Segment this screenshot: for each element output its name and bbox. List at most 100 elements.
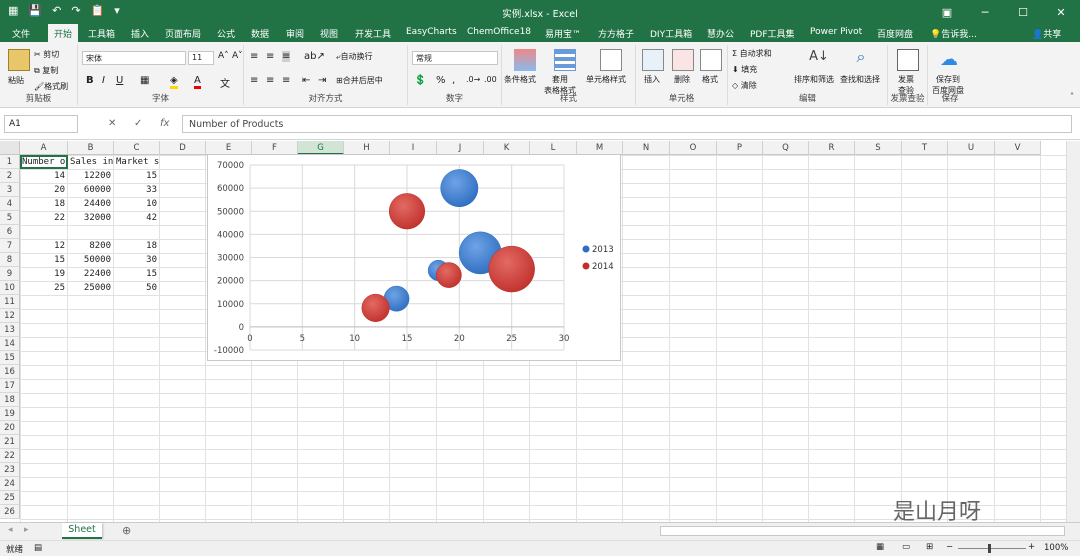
align-left-icon[interactable]: ≡	[250, 75, 258, 86]
row-header-9[interactable]: 9	[0, 267, 20, 281]
italic-icon[interactable]: I	[102, 75, 105, 86]
cell-b3[interactable]: 60000	[69, 183, 114, 197]
cell-c9[interactable]: 15	[115, 267, 160, 281]
column-header-b[interactable]: B	[68, 141, 114, 155]
column-header-u[interactable]: U	[948, 141, 995, 155]
normal-view-icon[interactable]: ▦	[876, 542, 884, 552]
column-header-e[interactable]: E	[206, 141, 252, 155]
row-header-21[interactable]: 21	[0, 435, 20, 449]
share-button[interactable]: 👤共享	[1032, 27, 1061, 40]
row-header-17[interactable]: 17	[0, 379, 20, 393]
number-format-select[interactable]: 常规	[412, 51, 498, 65]
row-header-26[interactable]: 26	[0, 505, 20, 519]
clear-button[interactable]: ◇ 清除	[732, 80, 757, 91]
tab-formulas[interactable]: 公式	[217, 27, 235, 40]
row-header-15[interactable]: 15	[0, 351, 20, 365]
zoom-level[interactable]: 100%	[1044, 543, 1068, 553]
row-header-10[interactable]: 10	[0, 281, 20, 295]
cell-a3[interactable]: 20	[21, 183, 68, 197]
row-header-11[interactable]: 11	[0, 295, 20, 309]
row-header-7[interactable]: 7	[0, 239, 20, 253]
page-break-view-icon[interactable]: ⊞	[926, 542, 933, 552]
tab-review[interactable]: 审阅	[286, 27, 304, 40]
autosum-button[interactable]: Σ 自动求和	[732, 48, 772, 59]
add-sheet-icon[interactable]: ⊕	[122, 524, 131, 537]
cell-a5[interactable]: 22	[21, 211, 68, 225]
fx-icon[interactable]: fx	[160, 118, 169, 129]
tab-file[interactable]: 文件	[12, 27, 30, 40]
row-header-6[interactable]: 6	[0, 225, 20, 239]
row-header-3[interactable]: 3	[0, 183, 20, 197]
cell-c3[interactable]: 33	[115, 183, 160, 197]
align-middle-icon[interactable]: ≡	[266, 51, 274, 62]
format-cells-button[interactable]: 格式	[702, 74, 718, 85]
cell-c4[interactable]: 10	[115, 197, 160, 211]
cell-b7[interactable]: 8200	[69, 239, 114, 253]
collapse-ribbon-icon[interactable]: ˄	[1070, 92, 1074, 101]
decrease-decimal-icon[interactable]: .00	[484, 75, 497, 84]
tab-data[interactable]: 数据	[251, 27, 269, 40]
font-color-icon[interactable]: A	[194, 75, 201, 89]
phonetic-icon[interactable]: 文	[220, 75, 230, 90]
cell-b4[interactable]: 24400	[69, 197, 114, 211]
row-header-24[interactable]: 24	[0, 477, 20, 491]
row-header-5[interactable]: 5	[0, 211, 20, 225]
tab-chemoffice[interactable]: ChemOffice18	[467, 27, 531, 37]
column-header-h[interactable]: H	[344, 141, 390, 155]
tab-fangfang[interactable]: 方方格子	[598, 27, 634, 40]
row-header-12[interactable]: 12	[0, 309, 20, 323]
column-header-i[interactable]: I	[390, 141, 437, 155]
sort-filter-button[interactable]: 排序和筛选	[794, 74, 834, 85]
column-header-q[interactable]: Q	[763, 141, 809, 155]
underline-icon[interactable]: U	[116, 75, 123, 86]
cell-c10[interactable]: 50	[115, 281, 160, 295]
column-header-n[interactable]: N	[623, 141, 670, 155]
cell-styles-button[interactable]: 单元格样式	[586, 74, 626, 85]
delete-cells-button[interactable]: 删除	[674, 74, 690, 85]
minimize-button[interactable]: ─	[966, 0, 1004, 24]
tab-page-layout[interactable]: 页面布局	[165, 27, 201, 40]
border-icon[interactable]: ▦	[140, 75, 149, 86]
cell-c1[interactable]: Market share	[115, 155, 160, 169]
tab-yiyongbao[interactable]: 易用宝™	[545, 27, 581, 40]
cell-a7[interactable]: 12	[21, 239, 68, 253]
cell-a2[interactable]: 14	[21, 169, 68, 183]
cell-b1[interactable]: Sales in	[69, 155, 114, 169]
select-all-corner[interactable]	[0, 141, 20, 155]
close-button[interactable]: ✕	[1042, 0, 1080, 24]
fill-color-icon[interactable]: ◈	[170, 75, 178, 89]
tab-power-pivot[interactable]: Power Pivot	[810, 27, 862, 37]
wrap-text-button[interactable]: ⤶自动换行	[336, 51, 372, 62]
merge-center-button[interactable]: ⊞合并后居中	[336, 75, 383, 86]
page-layout-view-icon[interactable]: ▭	[902, 542, 910, 552]
zoom-slider[interactable]	[958, 548, 1026, 549]
cell-b10[interactable]: 25000	[69, 281, 114, 295]
orientation-icon[interactable]: ab↗	[304, 51, 325, 62]
tab-toolbox[interactable]: 工具箱	[88, 27, 115, 40]
insert-cells-button[interactable]: 插入	[644, 74, 660, 85]
cell-a4[interactable]: 18	[21, 197, 68, 211]
cancel-icon[interactable]: ✕	[108, 118, 116, 129]
increase-decimal-icon[interactable]: .0→	[466, 75, 480, 84]
column-header-m[interactable]: M	[577, 141, 623, 155]
increase-indent-icon[interactable]: ⇥	[318, 75, 326, 86]
align-top-icon[interactable]: ≡	[250, 51, 258, 62]
paste-button[interactable]: 粘贴	[8, 75, 24, 86]
percent-icon[interactable]: %	[436, 75, 446, 86]
row-header-14[interactable]: 14	[0, 337, 20, 351]
row-header-18[interactable]: 18	[0, 393, 20, 407]
name-box[interactable]: A1	[4, 115, 78, 133]
column-header-d[interactable]: D	[160, 141, 206, 155]
row-header-8[interactable]: 8	[0, 253, 20, 267]
prev-sheet-icon[interactable]: ◂	[8, 525, 13, 535]
zoom-in-icon[interactable]: +	[1028, 542, 1035, 552]
cell-b8[interactable]: 50000	[69, 253, 114, 267]
tab-diy-toolbox[interactable]: DIY工具箱	[650, 27, 692, 40]
column-header-o[interactable]: O	[670, 141, 717, 155]
cell-c5[interactable]: 42	[115, 211, 160, 225]
ribbon-display-icon[interactable]: ▣	[928, 0, 966, 24]
column-header-c[interactable]: C	[114, 141, 160, 155]
cell-a8[interactable]: 15	[21, 253, 68, 267]
column-header-l[interactable]: L	[530, 141, 577, 155]
zoom-out-icon[interactable]: −	[946, 542, 953, 552]
